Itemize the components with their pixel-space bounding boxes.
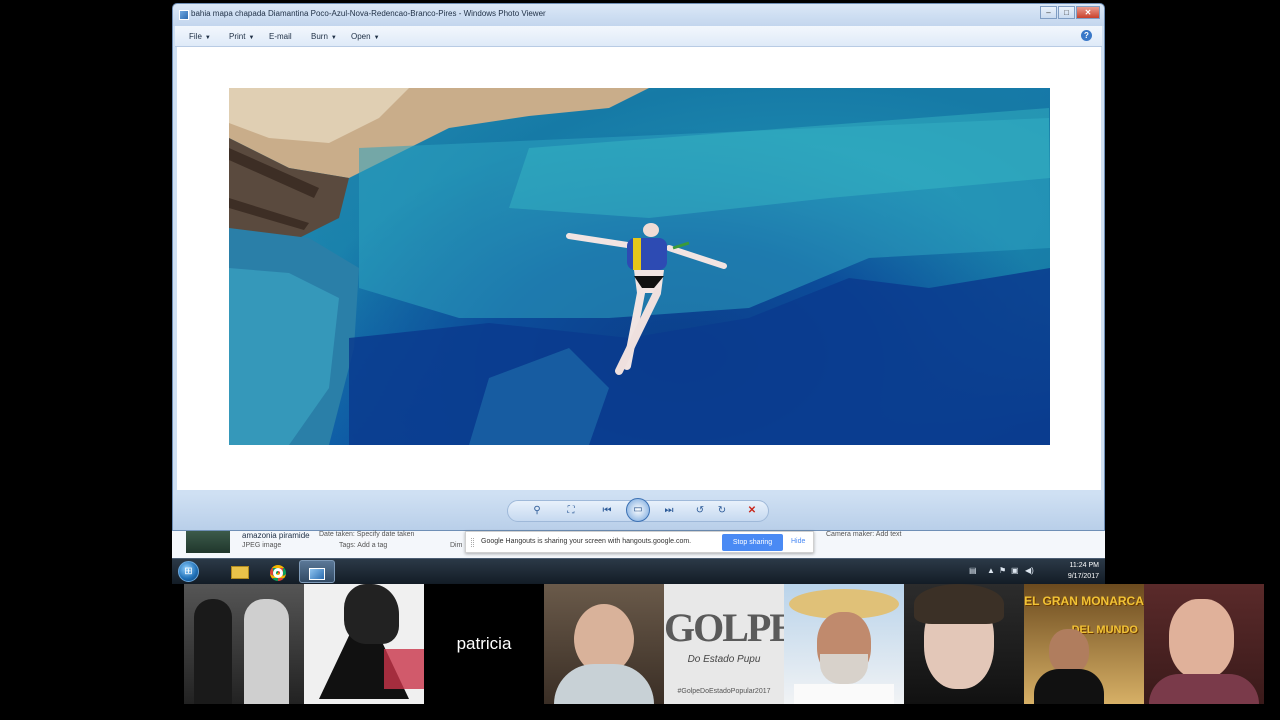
participant-tile-patricia[interactable]: patricia xyxy=(424,584,544,704)
chevron-down-icon: ▼ xyxy=(330,35,337,41)
keyboard-icon[interactable]: ▤ xyxy=(969,566,977,575)
participant-tile-golpe[interactable]: GOLPE Do Estado Pupu #GolpeDoEstadoPopul… xyxy=(664,584,784,704)
menu-print-label: Print xyxy=(229,32,246,41)
window-buttons: – □ ✕ xyxy=(1040,6,1100,19)
rotate-counterclockwise-icon[interactable]: ↺ xyxy=(693,502,707,520)
dimensions-label: Dim xyxy=(450,542,463,549)
menu-open[interactable]: Open ▼ xyxy=(351,32,380,41)
camera-maker-field[interactable]: Camera maker: Add text xyxy=(826,531,901,538)
camera-maker-label: Camera maker: xyxy=(826,531,875,538)
participant-tile-8[interactable]: EL GRAN MONARCA DEL MUNDO xyxy=(1024,584,1144,704)
menu-print[interactable]: Print ▼ xyxy=(229,32,254,41)
file-type: JPEG image xyxy=(242,542,282,549)
participant-tile-6[interactable] xyxy=(784,584,904,704)
network-icon[interactable]: ▣ xyxy=(1011,566,1019,575)
menu-email-label: E-mail xyxy=(269,32,292,41)
golpe-subtitle: Do Estado Pupu xyxy=(687,654,761,665)
chrome-icon[interactable] xyxy=(260,560,296,583)
windows-start-icon[interactable]: ⊞ xyxy=(178,561,199,582)
slideshow-icon[interactable]: ▭ xyxy=(626,498,650,522)
banner-line-2: DEL MUNDO xyxy=(1071,624,1138,636)
maximize-button[interactable]: □ xyxy=(1058,6,1075,19)
window-title: bahia mapa chapada Diamantina Poco-Azul-… xyxy=(191,9,546,18)
photo-viewer-app-icon xyxy=(179,10,189,20)
stop-sharing-button[interactable]: Stop sharing xyxy=(722,534,783,551)
minimize-button[interactable]: – xyxy=(1040,6,1057,19)
next-icon[interactable]: ⏭ xyxy=(660,502,678,520)
system-tray: ▤ ▲ ⚑ ▣ ◀) 11:24 PM 9/17/2017 xyxy=(969,561,1099,583)
participant-tile-4[interactable] xyxy=(544,584,664,704)
file-explorer-icon[interactable] xyxy=(222,560,258,583)
photo-viewer-icon[interactable] xyxy=(299,560,335,583)
chevron-down-icon: ▼ xyxy=(248,35,255,41)
close-button[interactable]: ✕ xyxy=(1076,6,1100,19)
participant-face xyxy=(1049,629,1089,674)
menu-bar: File ▼ Print ▼ E-mail Burn ▼ Open ▼ ? xyxy=(175,26,1102,47)
chevron-down-icon: ▼ xyxy=(204,35,211,41)
rotate-clockwise-icon[interactable]: ↻ xyxy=(715,502,729,520)
displayed-photo xyxy=(229,88,1050,445)
participant-tile-2[interactable] xyxy=(304,584,424,704)
title-bar[interactable]: bahia mapa chapada Diamantina Poco-Azul-… xyxy=(173,4,1104,26)
tags-field[interactable]: Tags: Add a tag xyxy=(339,542,387,549)
actual-size-icon[interactable]: ⛶ xyxy=(563,502,579,520)
participant-shirt xyxy=(554,664,654,704)
menu-open-label: Open xyxy=(351,32,371,41)
banner-line-1: EL GRAN MONARCA xyxy=(1024,594,1144,608)
underwater-cave-photo xyxy=(229,88,1050,445)
date-taken-value: Specify date taken xyxy=(356,531,415,538)
help-icon[interactable]: ? xyxy=(1081,30,1092,41)
hide-button[interactable]: Hide xyxy=(791,538,805,545)
show-hidden-icons-icon[interactable]: ▲ xyxy=(987,566,995,575)
participant-filmstrip: patricia GOLPE Do Estado Pupu #GolpeDoEs… xyxy=(184,584,1264,704)
previous-icon[interactable]: ⏮ xyxy=(598,502,616,520)
menu-burn-label: Burn xyxy=(311,32,328,41)
photo-controls-bar: ⚲ ⛶ ⏮ ▭ ⏭ ↺ ↻ ✕ xyxy=(173,494,1104,530)
golpe-hashtag: #GolpeDoEstadoPopular2017 xyxy=(677,688,771,695)
participant-video-figure xyxy=(194,599,232,704)
participant-beard xyxy=(820,654,868,684)
menu-file[interactable]: File ▼ xyxy=(189,32,211,41)
participant-tile-7[interactable] xyxy=(904,584,1024,704)
participant-tile-1[interactable] xyxy=(184,584,304,704)
magnifier-icon[interactable]: ⚲ xyxy=(529,502,545,520)
file-thumbnail[interactable] xyxy=(186,531,230,553)
participant-tile-9[interactable] xyxy=(1144,584,1264,704)
hangouts-sharing-bar: Google Hangouts is sharing your screen w… xyxy=(465,531,814,553)
volume-icon[interactable]: ◀) xyxy=(1025,566,1034,575)
participant-hair xyxy=(914,584,1004,624)
date-taken[interactable]: Date taken: Specify date taken xyxy=(319,531,414,538)
eagle-graphic xyxy=(344,584,399,644)
photo-display-area xyxy=(177,47,1101,490)
clock-date[interactable]: 9/17/2017 xyxy=(1059,573,1099,580)
taskbar: ⊞ ▤ ▲ ⚑ ▣ ◀) 11:24 PM 9/17/2017 xyxy=(172,558,1105,584)
red-accent-graphic xyxy=(384,649,424,689)
camera-maker-value: Add text xyxy=(875,531,902,538)
participant-shirt xyxy=(794,684,894,704)
delete-icon[interactable]: ✕ xyxy=(745,502,759,520)
participant-video-figure xyxy=(244,599,289,704)
golpe-title: GOLPE xyxy=(664,605,784,650)
file-name: amazonia piramide xyxy=(242,531,310,540)
menu-burn[interactable]: Burn ▼ xyxy=(311,32,337,41)
participant-jacket xyxy=(1034,669,1104,704)
screen-share-stage: bahia mapa chapada Diamantina Poco-Azul-… xyxy=(0,0,1280,720)
photo-viewer-window: bahia mapa chapada Diamantina Poco-Azul-… xyxy=(172,3,1105,531)
menu-file-label: File xyxy=(189,32,202,41)
sharing-message: Google Hangouts is sharing your screen w… xyxy=(481,538,692,545)
date-taken-label: Date taken: xyxy=(319,531,355,538)
menu-email[interactable]: E-mail xyxy=(269,32,292,41)
participant-face xyxy=(1169,599,1234,679)
clock-time[interactable]: 11:24 PM xyxy=(1059,562,1099,569)
participant-shirt xyxy=(1149,674,1259,704)
drag-handle-icon[interactable] xyxy=(471,538,474,547)
chevron-down-icon: ▼ xyxy=(373,35,380,41)
tags-value: Add a tag xyxy=(357,542,388,549)
flag-icon[interactable]: ⚑ xyxy=(999,566,1006,575)
tags-label: Tags: xyxy=(339,542,356,549)
